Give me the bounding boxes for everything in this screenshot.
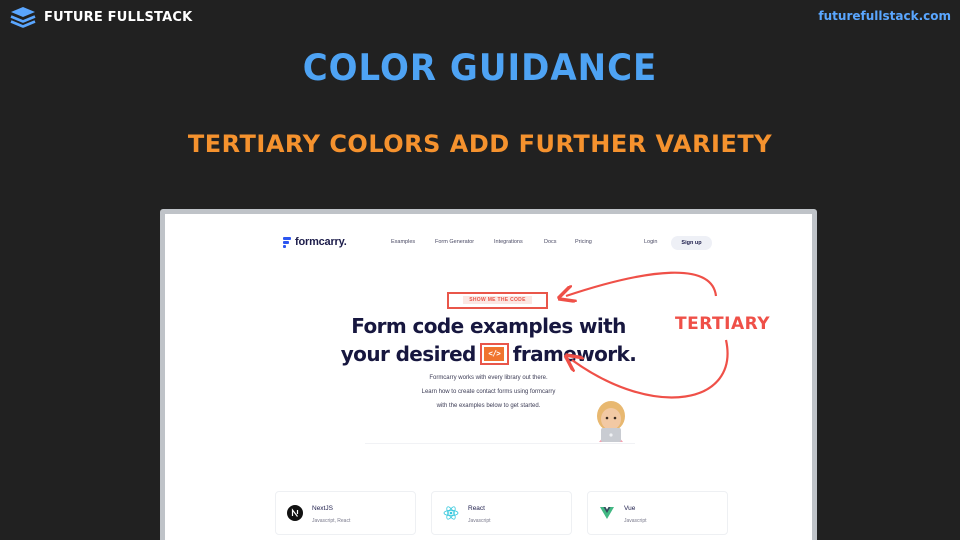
formcarry-logo-icon (283, 236, 291, 248)
code-icon: </> (484, 347, 505, 361)
code-icon-highlight: </> (479, 343, 509, 365)
nav-docs[interactable]: Docs (544, 239, 557, 245)
show-code-badge: SHOW ME THE CODE (447, 292, 548, 309)
card-sub: Javascript, React (312, 518, 351, 524)
hero-text-b: framework. (512, 342, 637, 366)
card-sub: Javascript (624, 518, 647, 524)
show-code-label: SHOW ME THE CODE (463, 296, 532, 304)
site-url[interactable]: futurefullstack.com (818, 9, 951, 23)
memoji-avatar-icon (597, 401, 625, 442)
react-icon (443, 506, 459, 520)
hero-heading-line-2: your desired </> framework. (165, 342, 812, 366)
formcarry-logo[interactable]: formcarry. (283, 236, 347, 248)
nav-examples[interactable]: Examples (391, 239, 415, 245)
stack-logo-icon (10, 7, 36, 28)
nav-form-generator[interactable]: Form Generator (435, 239, 474, 245)
nav-integrations[interactable]: Integrations (494, 239, 523, 245)
slide-title: COLOR GUIDANCE (302, 46, 658, 90)
site-nav: formcarry. Examples Form Generator Integ… (165, 232, 812, 256)
nextjs-icon (287, 505, 303, 521)
hero-divider (365, 443, 635, 444)
brand: FUTURE FULLSTACK (8, 5, 192, 29)
formcarry-page: formcarry. Examples Form Generator Integ… (165, 214, 812, 540)
hero-desc-2: Learn how to create contact forms using … (421, 389, 556, 395)
card-name: React (468, 505, 485, 512)
card-react[interactable]: React Javascript (431, 491, 572, 535)
slide-subtitle: TERTIARY COLORS ADD FURTHER VARIETY (187, 130, 773, 158)
card-name: NextJS (312, 505, 333, 512)
login-link[interactable]: Login (644, 239, 657, 245)
hero-desc-3: with the examples below to get started. (436, 403, 541, 409)
card-vue[interactable]: Vue Javascript (587, 491, 728, 535)
vue-icon (600, 507, 614, 519)
nav-pricing[interactable]: Pricing (575, 239, 592, 245)
website-screenshot: formcarry. Examples Form Generator Integ… (160, 209, 817, 540)
card-sub: Javascript (468, 518, 491, 524)
sign-up-button[interactable]: Sign up (671, 236, 712, 250)
hero-text-a: your desired (340, 342, 477, 366)
card-nextjs[interactable]: NextJS Javascript, React (275, 491, 416, 535)
hero-desc-1: Formcarry works with every library out t… (429, 375, 548, 381)
brand-name: FUTURE FULLSTACK (44, 9, 193, 25)
logo-text: formcarry. (295, 236, 347, 248)
card-name: Vue (624, 505, 636, 512)
tertiary-label: TERTIARY (675, 314, 771, 334)
